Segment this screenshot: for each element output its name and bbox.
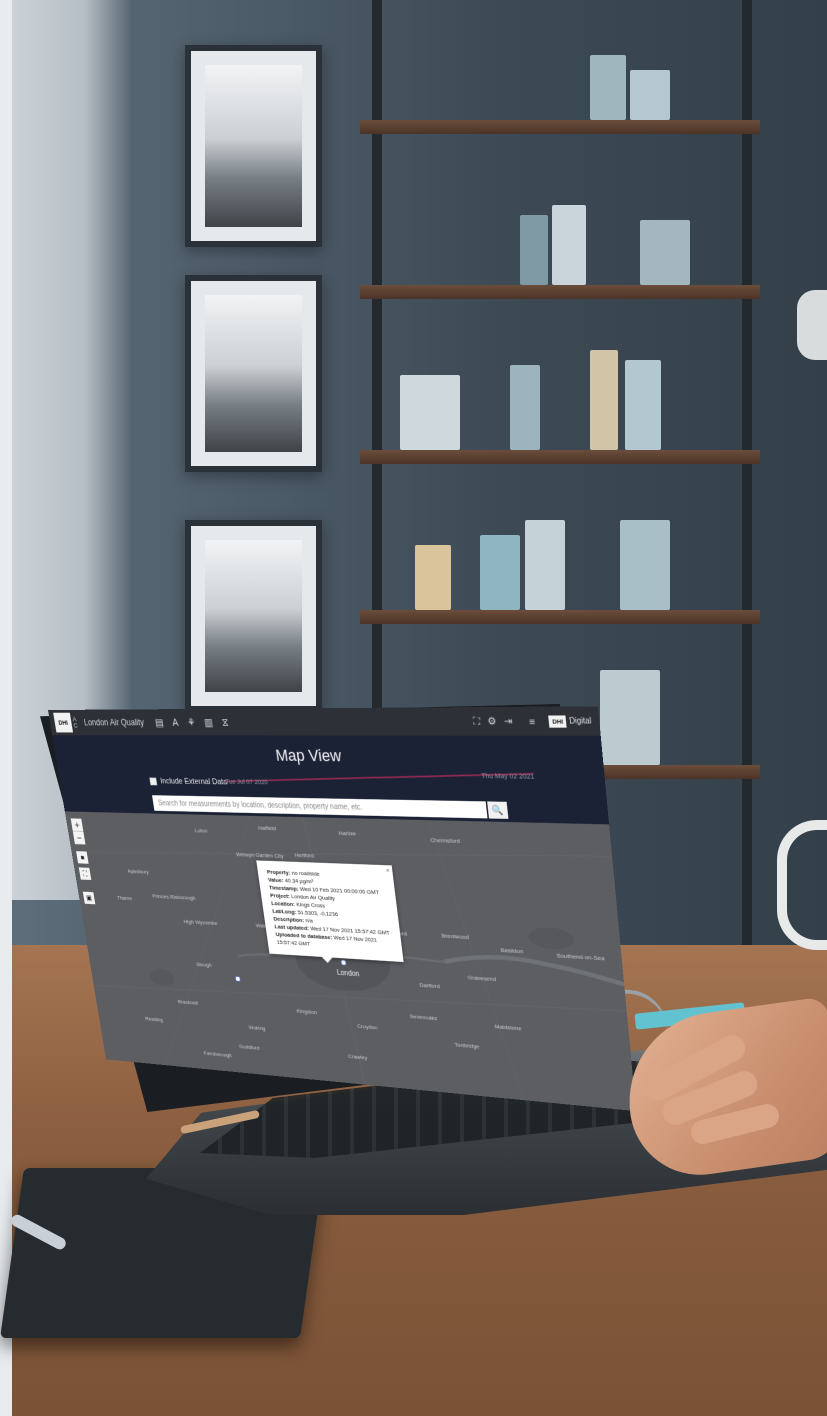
map-place-label: Hatfield bbox=[257, 824, 277, 832]
page-header: Map View Include External Data Tue Jul 0… bbox=[52, 735, 610, 825]
include-external-label: Include External Data bbox=[159, 776, 228, 787]
include-external-row[interactable]: Include External Data bbox=[149, 777, 228, 787]
map-place-label: Basildon bbox=[500, 946, 524, 955]
fullscreen-icon[interactable]: ⛶ bbox=[78, 867, 92, 881]
book bbox=[620, 520, 670, 610]
measurement-popup: × Property: no roadside Value: 40.34 µg/… bbox=[256, 860, 404, 964]
logout-icon[interactable]: ⇥ bbox=[503, 715, 513, 728]
map-marker[interactable] bbox=[340, 959, 347, 966]
app-title[interactable]: London Air Quality bbox=[83, 717, 145, 727]
map-place-label: Slough bbox=[195, 961, 213, 969]
shelf-board bbox=[360, 450, 760, 464]
photo-edge bbox=[0, 0, 12, 1416]
community-icon[interactable]: ⚘ bbox=[186, 716, 196, 728]
hourglass-icon[interactable]: ⧖ bbox=[221, 716, 229, 729]
map-place-label: Luton bbox=[194, 827, 208, 835]
book bbox=[625, 360, 661, 450]
map-place-label: Harlow bbox=[338, 829, 357, 837]
lamp bbox=[797, 290, 827, 360]
gear-icon[interactable]: ⚙ bbox=[487, 715, 497, 728]
shelf-post bbox=[742, 0, 752, 950]
laptop-screen: DHI A C London Air Quality ▤ A ⚘ ▥ ⧖ ⛶ ⚙… bbox=[48, 706, 637, 1112]
logo-subtext: A C bbox=[72, 715, 79, 729]
zoom-in-button[interactable]: + bbox=[70, 818, 84, 832]
include-external-checkbox[interactable] bbox=[149, 777, 158, 786]
shelf-board bbox=[360, 610, 760, 624]
map-place-label: Dartford bbox=[419, 981, 441, 990]
book bbox=[415, 545, 451, 610]
picture-frame bbox=[185, 520, 322, 712]
urban-area bbox=[527, 926, 575, 951]
document-icon[interactable]: ▥ bbox=[203, 716, 213, 729]
map-place-label: London bbox=[336, 969, 360, 979]
brand-text: Digital bbox=[568, 716, 592, 726]
top-right-tools: ⛶ ⚙ ⇥ ≡ DHI Digital bbox=[465, 715, 592, 728]
network-icon[interactable]: ⛶ bbox=[472, 715, 480, 728]
book bbox=[630, 70, 670, 120]
date-range-end: Thu May 02 2021 bbox=[480, 771, 535, 781]
shelf-board bbox=[360, 285, 760, 299]
app-window: DHI A C London Air Quality ▤ A ⚘ ▥ ⧖ ⛶ ⚙… bbox=[48, 706, 637, 1112]
brand-logo: DHI bbox=[548, 715, 567, 728]
book bbox=[640, 220, 690, 285]
map-place-label: Chelmsford bbox=[429, 836, 461, 845]
popup-pointer bbox=[321, 956, 334, 964]
shelf-board bbox=[360, 120, 760, 134]
book bbox=[400, 375, 460, 450]
layers-icon[interactable]: ■ bbox=[76, 851, 89, 864]
draw-icon[interactable]: ▣ bbox=[82, 891, 96, 905]
mug bbox=[777, 820, 827, 950]
page-title: Map View bbox=[274, 745, 343, 766]
map-place-label: Thame bbox=[116, 894, 133, 902]
top-navigation-bar: DHI A C London Air Quality ▤ A ⚘ ▥ ⧖ ⛶ ⚙… bbox=[48, 706, 601, 736]
app-logo[interactable]: DHI bbox=[53, 712, 74, 733]
search-icon[interactable]: 🔍 bbox=[487, 801, 509, 819]
map-icon[interactable]: ▤ bbox=[154, 716, 164, 728]
date-range-start: Tue Jul 07 2020 bbox=[225, 777, 269, 786]
picture-frame bbox=[185, 275, 322, 472]
book bbox=[552, 205, 586, 285]
picture-frame bbox=[185, 45, 322, 247]
book bbox=[600, 670, 660, 765]
zoom-out-button[interactable]: − bbox=[72, 831, 86, 845]
book bbox=[525, 520, 565, 610]
book bbox=[520, 215, 548, 285]
book bbox=[590, 55, 626, 120]
menu-icon[interactable]: ≡ bbox=[529, 715, 536, 727]
close-icon[interactable]: × bbox=[385, 867, 390, 875]
map-marker[interactable] bbox=[234, 975, 241, 982]
map-place-label: Aylesbury bbox=[127, 868, 150, 876]
book bbox=[510, 365, 540, 450]
book bbox=[480, 535, 520, 610]
text-icon[interactable]: A bbox=[171, 716, 179, 728]
urban-area bbox=[148, 968, 176, 987]
map-place-label: Hertford bbox=[294, 851, 315, 859]
book bbox=[590, 350, 618, 450]
